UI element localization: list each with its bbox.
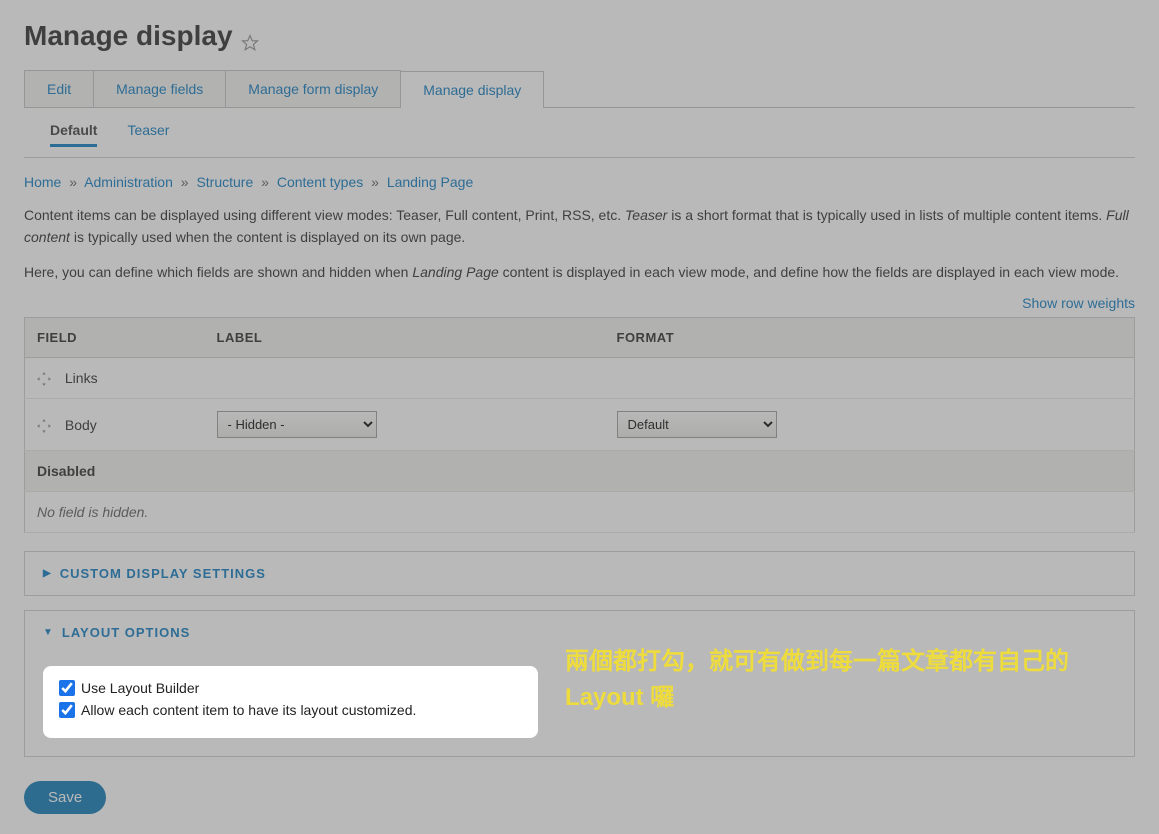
crumb-sep: » <box>181 174 189 190</box>
page-title-text: Manage display <box>24 20 233 52</box>
chevron-down-icon: ▼ <box>43 627 54 638</box>
crumb-structure[interactable]: Structure <box>196 174 253 190</box>
th-field: FIELD <box>25 318 205 358</box>
crumb-sep: » <box>371 174 379 190</box>
th-label: LABEL <box>205 318 605 358</box>
description-2: Here, you can define which fields are sh… <box>24 261 1135 283</box>
custom-display-settings-summary[interactable]: ▶ CUSTOM DISPLAY SETTINGS <box>25 552 1134 595</box>
tab-manage-form-display[interactable]: Manage form display <box>225 70 401 107</box>
primary-tabs: Edit Manage fields Manage form display M… <box>24 70 1135 108</box>
no-hidden-row: No field is hidden. <box>25 492 1135 533</box>
use-layout-builder-checkbox[interactable] <box>59 680 75 696</box>
crumb-administration[interactable]: Administration <box>84 174 173 190</box>
label-select-body[interactable]: - Hidden - <box>217 411 377 438</box>
format-select-body[interactable]: Default <box>617 411 777 438</box>
page-title: Manage display <box>24 20 1135 52</box>
table-row-body: Body - Hidden - Default <box>25 399 1135 451</box>
drag-handle-icon[interactable] <box>37 419 51 433</box>
save-button[interactable]: Save <box>24 781 106 814</box>
subtab-teaser[interactable]: Teaser <box>127 122 169 147</box>
crumb-sep: » <box>69 174 77 190</box>
breadcrumb: Home » Administration » Structure » Cont… <box>24 174 1135 190</box>
row-weights-toggle: Show row weights <box>24 295 1135 311</box>
crumb-home[interactable]: Home <box>24 174 61 190</box>
field-name-body: Body <box>65 417 97 433</box>
custom-display-settings-box: ▶ CUSTOM DISPLAY SETTINGS <box>24 551 1135 596</box>
crumb-content-types[interactable]: Content types <box>277 174 363 190</box>
th-format: FORMAT <box>605 318 1135 358</box>
drag-handle-icon[interactable] <box>37 372 51 386</box>
annotation-text: 兩個都打勾，就可有做到每一篇文章都有自己的 Layout 囉 <box>565 644 1125 716</box>
table-row-links: Links <box>25 358 1135 399</box>
chevron-right-icon: ▶ <box>43 568 52 579</box>
use-layout-builder-label[interactable]: Use Layout Builder <box>81 680 199 696</box>
layout-options-highlight: Use Layout Builder Allow each content it… <box>43 666 538 738</box>
secondary-tabs: Default Teaser <box>24 108 1135 158</box>
description-1: Content items can be displayed using dif… <box>24 204 1135 249</box>
display-table: FIELD LABEL FORMAT Links Body <box>24 317 1135 533</box>
allow-each-item-checkbox[interactable] <box>59 702 75 718</box>
disabled-section-row: Disabled <box>25 451 1135 492</box>
star-icon[interactable] <box>241 27 259 45</box>
field-name-links: Links <box>65 370 98 386</box>
crumb-landing-page[interactable]: Landing Page <box>387 174 473 190</box>
allow-each-item-label[interactable]: Allow each content item to have its layo… <box>81 702 416 718</box>
tab-manage-display[interactable]: Manage display <box>400 71 544 108</box>
tab-manage-fields[interactable]: Manage fields <box>93 70 226 107</box>
crumb-sep: » <box>261 174 269 190</box>
subtab-default[interactable]: Default <box>50 122 97 147</box>
tab-edit[interactable]: Edit <box>24 70 94 107</box>
show-row-weights-link[interactable]: Show row weights <box>1022 295 1135 311</box>
